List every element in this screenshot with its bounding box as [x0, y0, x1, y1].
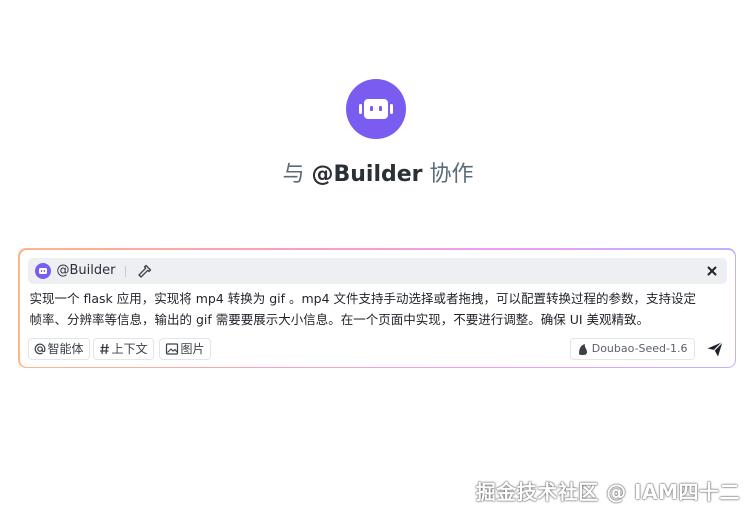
chat-input-inner: @Builder 实现一个 flask 应用，实现将 mp4 转换为 gif 。…	[19, 249, 735, 367]
hash-icon	[99, 339, 110, 365]
selected-agent-label[interactable]: @Builder	[57, 258, 116, 284]
agent-chip-button[interactable]: 智能体	[27, 337, 90, 360]
hammer-icon[interactable]	[137, 263, 153, 283]
heading-agent-name: @Builder	[311, 162, 423, 187]
prompt-line: 实现一个 flask 应用，实现将 mp4 转换为 gif 。mp4 文件支持手…	[29, 290, 697, 306]
send-icon[interactable]	[705, 339, 725, 359]
robot-icon	[346, 79, 406, 139]
chat-input-card: @Builder 实现一个 flask 应用，实现将 mp4 转换为 gif 。…	[18, 248, 736, 368]
context-chip-button[interactable]: 上下文	[92, 337, 154, 360]
at-icon	[34, 339, 46, 365]
model-selector[interactable]: Doubao-Seed-1.6	[569, 337, 695, 360]
close-icon[interactable]	[703, 262, 721, 280]
page-title: 与 @Builder 协作	[0, 158, 756, 192]
image-chip-button[interactable]: 图片	[158, 337, 211, 360]
divider	[124, 265, 126, 277]
robot-icon	[34, 262, 51, 279]
chip-label: 上下文	[111, 341, 148, 356]
image-icon	[165, 339, 179, 365]
doubao-icon	[577, 339, 589, 366]
chip-label: 图片	[180, 341, 205, 356]
heading-prefix: 与	[282, 162, 305, 187]
page: 与 @Builder 协作 @Builder 实现一个 flask 应用，实现将…	[0, 0, 756, 520]
selected-agent-bar: @Builder	[27, 257, 727, 284]
model-label: Doubao-Seed-1.6	[591, 341, 688, 355]
watermark: 掘金技术社区 @ IAM四十二	[475, 480, 740, 504]
prompt-line: 帧率、分辨率等信息，输出的 gif 需要要展示大小信息。在一个页面中实现，不要进…	[29, 311, 650, 327]
prompt-textarea[interactable]: 实现一个 flask 应用，实现将 mp4 转换为 gif 。mp4 文件支持手…	[30, 288, 726, 330]
chip-label: 智能体	[47, 341, 84, 356]
heading-suffix: 协作	[429, 162, 474, 187]
